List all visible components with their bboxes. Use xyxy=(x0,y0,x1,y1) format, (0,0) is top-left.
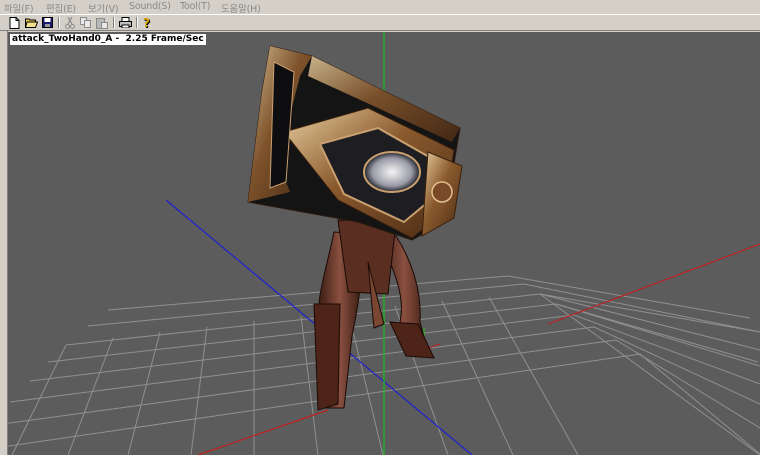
window-frame xyxy=(0,31,8,455)
menu-help[interactable]: 도움말(H) xyxy=(221,1,261,15)
svg-text:?: ? xyxy=(143,17,150,29)
cut-icon[interactable] xyxy=(63,16,77,29)
copy-icon[interactable] xyxy=(79,16,93,29)
print-icon[interactable] xyxy=(118,16,132,29)
new-file-icon[interactable] xyxy=(7,16,21,29)
toolbar-separator xyxy=(113,17,115,28)
toolbar-separator xyxy=(58,17,60,28)
toolbar: ?? xyxy=(0,14,760,31)
menu-view[interactable]: 보기(V) xyxy=(88,1,119,15)
menu-edit[interactable]: 편집(E) xyxy=(46,1,76,15)
axis-x-line-neg xyxy=(197,409,329,455)
scene-canvas xyxy=(8,32,760,455)
axis-x-line xyxy=(547,243,760,325)
character-model[interactable] xyxy=(247,45,463,411)
menu-tool[interactable]: Tool(T) xyxy=(180,1,210,12)
paste-icon[interactable] xyxy=(95,16,109,29)
animation-caption: attack_TwoHand0_A - 2.25 Frame/Sec xyxy=(10,34,206,45)
menu-file[interactable]: 파일(F) xyxy=(4,1,34,15)
toolbar-separator xyxy=(136,17,138,28)
3d-viewport[interactable]: attack_TwoHand0_A - 2.25 Frame/Sec xyxy=(8,32,760,455)
open-folder-icon[interactable] xyxy=(24,16,38,29)
menu-sound[interactable]: Sound(S) xyxy=(129,1,171,12)
menu-bar: 파일(F) 편집(E) 보기(V) Sound(S) Tool(T) 도움말(H… xyxy=(0,0,760,15)
help-icon[interactable]: ?? xyxy=(141,16,155,29)
save-icon[interactable] xyxy=(40,16,54,29)
